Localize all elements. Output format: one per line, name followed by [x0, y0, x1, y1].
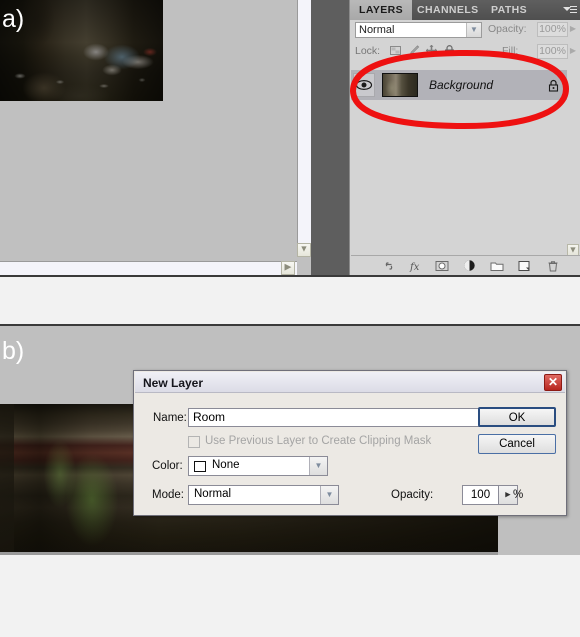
lock-toolbar-row: Lock: Fill: 100% ▶: [350, 42, 580, 60]
chevron-right-icon: ▶: [284, 261, 292, 272]
lock-all-icon[interactable]: [443, 44, 456, 57]
tab-channels[interactable]: CHANNELS: [408, 0, 488, 20]
adjustment-layer-icon[interactable]: [463, 259, 477, 273]
figure-gap: [0, 277, 580, 326]
layer-thumbnail[interactable]: [382, 73, 418, 97]
table-row[interactable]: Background: [351, 70, 573, 100]
layer-list: Background: [351, 62, 573, 244]
layer-visibility-toggle[interactable]: [353, 73, 375, 97]
clipping-mask-checkbox[interactable]: [188, 436, 200, 448]
color-value: None: [212, 459, 240, 471]
chevron-down-icon: ▼: [568, 244, 578, 255]
name-label: Name:: [153, 412, 187, 424]
brush-lock-icon[interactable]: [407, 44, 420, 57]
delete-layer-icon[interactable]: [546, 259, 560, 273]
svg-text:fx: fx: [409, 262, 420, 273]
derelict-room-photo: [0, 0, 163, 101]
chevron-down-icon[interactable]: ▼: [320, 486, 338, 504]
cancel-button[interactable]: Cancel: [478, 434, 556, 454]
mode-label: Mode:: [152, 489, 184, 501]
chevron-down-icon[interactable]: ▼: [466, 23, 481, 37]
layer-style-fx-icon[interactable]: fx: [409, 259, 423, 273]
color-swatch-icon: [194, 461, 206, 472]
lock-icon: [548, 79, 559, 92]
clipping-mask-label: Use Previous Layer to Create Clipping Ma…: [205, 435, 432, 447]
layer-name-input[interactable]: Room: [188, 408, 520, 427]
panel-b-white-area: [0, 555, 580, 637]
opacity-label: Opacity:: [488, 23, 527, 35]
eye-icon: [355, 79, 373, 91]
fill-value[interactable]: 100%: [537, 44, 568, 59]
opacity-stepper-icon[interactable]: ▶: [568, 22, 578, 37]
dialog-title-bar[interactable]: New Layer ✕: [135, 372, 565, 393]
canvas-a-horizontal-scrollbar[interactable]: [0, 261, 297, 275]
layers-panel-scrollbar[interactable]: [567, 62, 579, 260]
figure-label-a: a): [2, 5, 25, 33]
mode-select[interactable]: Normal ▼: [188, 485, 339, 505]
panel-tab-bar: LAYERS CHANNELS PATHS: [350, 0, 580, 20]
fill-stepper-icon[interactable]: ▶: [568, 44, 578, 59]
figure-panel-a: ▼ ▶ LAYERS CHANNELS PATHS Normal ▼ Opaci…: [0, 0, 580, 277]
chevron-glyph: ▼: [314, 461, 323, 471]
clipping-mask-row[interactable]: Use Previous Layer to Create Clipping Ma…: [188, 434, 518, 452]
canvas-a-scroll-down-button[interactable]: ▼: [297, 243, 311, 257]
opacity-label: Opacity:: [391, 489, 434, 501]
move-lock-icon[interactable]: [425, 44, 438, 57]
link-layers-icon[interactable]: [382, 259, 396, 273]
opacity-input[interactable]: 100: [462, 485, 499, 505]
fill-label: Fill:: [502, 45, 519, 57]
workspace-dark-band: [311, 0, 349, 277]
transparency-lock-icon[interactable]: [389, 44, 402, 57]
color-select[interactable]: None ▼: [188, 456, 328, 476]
opacity-value[interactable]: 100%: [537, 22, 568, 37]
panel-menu-icon[interactable]: [563, 4, 577, 16]
new-layer-dialog: New Layer ✕ Name: Room Use Previous Laye…: [133, 370, 567, 516]
ok-button[interactable]: OK: [478, 407, 556, 427]
chevron-glyph: ▼: [325, 490, 334, 500]
canvas-a-vertical-scrollbar[interactable]: [297, 0, 311, 247]
new-group-icon[interactable]: [490, 259, 504, 273]
mode-value: Normal: [194, 488, 232, 500]
layer-name-label[interactable]: Background: [429, 78, 493, 92]
canvas-a-scroll-right-button[interactable]: ▶: [281, 261, 295, 275]
menu-line: [570, 6, 577, 7]
tab-layers[interactable]: LAYERS: [350, 0, 413, 20]
tab-paths[interactable]: PATHS: [482, 0, 536, 20]
figure-label-b: b): [2, 337, 25, 365]
new-layer-icon[interactable]: [517, 259, 531, 273]
chevron-glyph: ▼: [470, 25, 478, 35]
layers-panel-toolbar: fx: [351, 255, 580, 274]
blend-mode-row: Normal ▼ Opacity: 100% ▶: [350, 20, 580, 39]
chevron-down-icon[interactable]: ▼: [309, 457, 327, 475]
chevron-down-icon: ▼: [299, 243, 309, 254]
menu-line: [570, 9, 577, 10]
close-icon[interactable]: ✕: [544, 374, 562, 391]
color-label: Color:: [152, 460, 183, 472]
blend-mode-select[interactable]: Normal: [355, 22, 482, 38]
lock-label: Lock:: [355, 45, 381, 57]
photoshop-canvas-a: [0, 0, 297, 261]
layers-panel: LAYERS CHANNELS PATHS Normal ▼ Opacity: …: [349, 0, 580, 275]
canvas-a-lower-strip: [0, 247, 297, 261]
add-layer-mask-icon[interactable]: [435, 259, 449, 273]
percent-label: %: [513, 489, 524, 501]
play-glyph: ▶: [505, 491, 511, 499]
menu-line: [570, 12, 577, 13]
dialog-title: New Layer: [143, 376, 204, 390]
